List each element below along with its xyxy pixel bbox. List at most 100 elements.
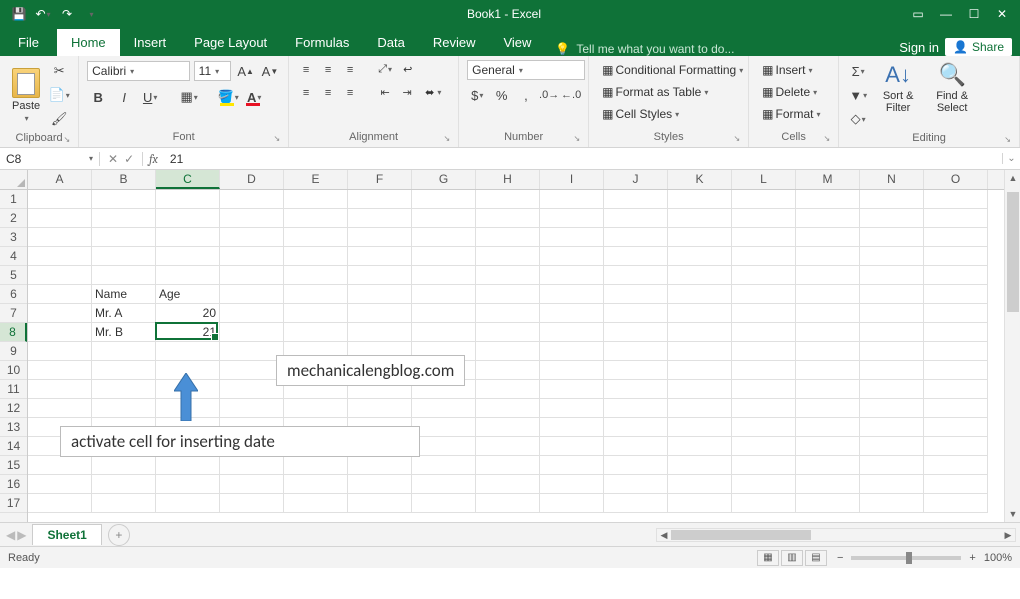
row-header-16[interactable]: 16 <box>0 475 27 494</box>
cell-styles-button[interactable]: ▦ Cell Styles▾ <box>597 104 740 124</box>
sheet-tab[interactable]: Sheet1 <box>32 524 101 545</box>
undo-icon[interactable]: ↶▾ <box>32 3 54 25</box>
name-box[interactable]: C8▾ <box>0 152 100 166</box>
cell-A11[interactable] <box>28 380 92 399</box>
italic-icon[interactable]: I <box>113 86 135 108</box>
cell-D9[interactable] <box>220 342 284 361</box>
fx-icon[interactable]: fx <box>143 152 164 166</box>
cell-K14[interactable] <box>668 437 732 456</box>
row-header-1[interactable]: 1 <box>0 190 27 209</box>
cell-G5[interactable] <box>412 266 476 285</box>
cell-L3[interactable] <box>732 228 796 247</box>
copy-icon[interactable]: 📄▾ <box>48 84 70 106</box>
cell-C16[interactable] <box>156 475 220 494</box>
cell-L10[interactable] <box>732 361 796 380</box>
paste-button[interactable]: Paste ▾ <box>8 66 44 125</box>
fill-icon[interactable]: ▼▾ <box>847 84 869 106</box>
cell-M16[interactable] <box>796 475 860 494</box>
view-normal-icon[interactable]: ▦ <box>757 550 779 566</box>
align-middle-icon[interactable]: ≡ <box>319 61 337 79</box>
cell-J11[interactable] <box>604 380 668 399</box>
sheet-nav-next-icon[interactable]: ▶ <box>17 528 26 542</box>
cells-area[interactable]: NameAgeMr. A20Mr. B21 <box>28 190 1004 522</box>
cell-I8[interactable] <box>540 323 604 342</box>
cell-N7[interactable] <box>860 304 924 323</box>
cell-H2[interactable] <box>476 209 540 228</box>
cell-O14[interactable] <box>924 437 988 456</box>
scroll-down-icon[interactable]: ▼ <box>1005 506 1020 522</box>
percent-icon[interactable]: % <box>491 84 511 106</box>
cell-G3[interactable] <box>412 228 476 247</box>
cancel-formula-icon[interactable]: ✕ <box>108 152 118 166</box>
cell-G8[interactable] <box>412 323 476 342</box>
cell-H8[interactable] <box>476 323 540 342</box>
worksheet-grid[interactable]: ABCDEFGHIJKLMNO 123456789101112131415161… <box>0 170 1020 522</box>
cell-O6[interactable] <box>924 285 988 304</box>
col-header-L[interactable]: L <box>732 170 796 189</box>
cell-I7[interactable] <box>540 304 604 323</box>
cell-E3[interactable] <box>284 228 348 247</box>
format-painter-icon[interactable]: 🖌 <box>48 108 70 130</box>
cell-O5[interactable] <box>924 266 988 285</box>
cell-J3[interactable] <box>604 228 668 247</box>
cell-O13[interactable] <box>924 418 988 437</box>
tell-me[interactable]: 💡 Tell me what you want to do... <box>545 42 899 56</box>
cell-L16[interactable] <box>732 475 796 494</box>
row-header-17[interactable]: 17 <box>0 494 27 513</box>
cell-G2[interactable] <box>412 209 476 228</box>
number-format-combo[interactable]: General▾ <box>467 60 585 80</box>
cell-L13[interactable] <box>732 418 796 437</box>
row-header-9[interactable]: 9 <box>0 342 27 361</box>
cell-K16[interactable] <box>668 475 732 494</box>
cell-L7[interactable] <box>732 304 796 323</box>
cell-O12[interactable] <box>924 399 988 418</box>
cell-N14[interactable] <box>860 437 924 456</box>
cell-H14[interactable] <box>476 437 540 456</box>
cell-J10[interactable] <box>604 361 668 380</box>
cut-icon[interactable]: ✂ <box>48 60 70 82</box>
zoom-in-icon[interactable]: + <box>969 552 975 564</box>
cell-M2[interactable] <box>796 209 860 228</box>
cell-A16[interactable] <box>28 475 92 494</box>
cell-M15[interactable] <box>796 456 860 475</box>
cell-G6[interactable] <box>412 285 476 304</box>
cell-J8[interactable] <box>604 323 668 342</box>
cell-O4[interactable] <box>924 247 988 266</box>
cell-D1[interactable] <box>220 190 284 209</box>
cell-L4[interactable] <box>732 247 796 266</box>
row-header-6[interactable]: 6 <box>0 285 27 304</box>
share-button[interactable]: 👤 Share <box>945 38 1012 56</box>
cell-I13[interactable] <box>540 418 604 437</box>
cell-O7[interactable] <box>924 304 988 323</box>
align-left-icon[interactable]: ≡ <box>297 84 315 102</box>
cell-F16[interactable] <box>348 475 412 494</box>
cell-E6[interactable] <box>284 285 348 304</box>
cell-K15[interactable] <box>668 456 732 475</box>
col-header-C[interactable]: C <box>156 170 220 189</box>
cell-A15[interactable] <box>28 456 92 475</box>
sheet-nav-prev-icon[interactable]: ◀ <box>6 528 15 542</box>
cell-B15[interactable] <box>92 456 156 475</box>
cell-M7[interactable] <box>796 304 860 323</box>
cell-K7[interactable] <box>668 304 732 323</box>
cell-K11[interactable] <box>668 380 732 399</box>
increase-decimal-icon[interactable]: .0→ <box>540 86 558 104</box>
cell-J6[interactable] <box>604 285 668 304</box>
cell-K5[interactable] <box>668 266 732 285</box>
vscroll-thumb[interactable] <box>1007 192 1019 312</box>
cell-N12[interactable] <box>860 399 924 418</box>
cell-L2[interactable] <box>732 209 796 228</box>
cell-I12[interactable] <box>540 399 604 418</box>
cell-F6[interactable] <box>348 285 412 304</box>
cell-D3[interactable] <box>220 228 284 247</box>
cell-C17[interactable] <box>156 494 220 513</box>
cell-D12[interactable] <box>220 399 284 418</box>
col-header-M[interactable]: M <box>796 170 860 189</box>
cell-G15[interactable] <box>412 456 476 475</box>
cell-I5[interactable] <box>540 266 604 285</box>
redo-icon[interactable]: ↷ <box>56 3 78 25</box>
cell-C4[interactable] <box>156 247 220 266</box>
cell-I14[interactable] <box>540 437 604 456</box>
wrap-text-button[interactable]: ↩ <box>398 60 417 79</box>
orientation-icon[interactable]: ⤢▾ <box>376 61 394 79</box>
